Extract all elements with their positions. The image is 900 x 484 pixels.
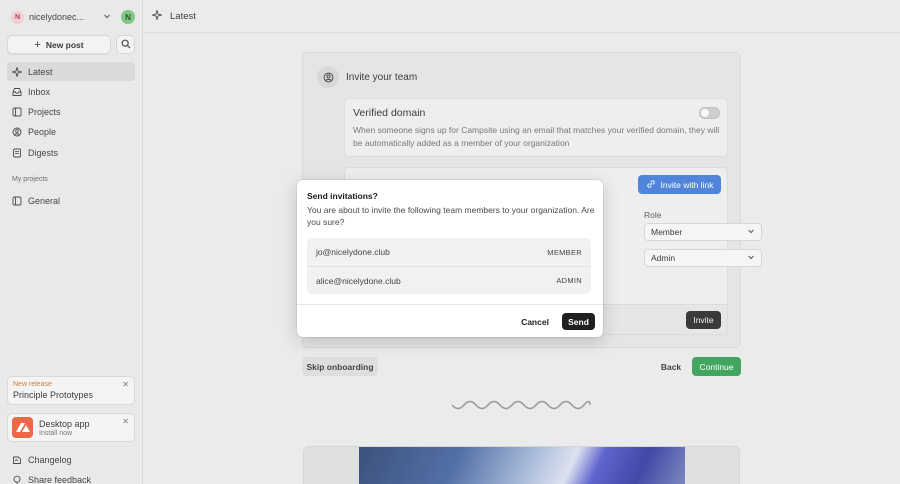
send-button[interactable]: Send	[562, 313, 595, 330]
cancel-button[interactable]: Cancel	[518, 313, 552, 330]
invite-email: alice@nicelydone.club	[316, 275, 401, 286]
invite-role: MEMBER	[547, 247, 582, 257]
dialog-footer: Cancel Send	[297, 304, 603, 337]
list-item: jo@nicelydone.club MEMBER	[307, 238, 591, 266]
send-invitations-dialog: Send invitations? You are about to invit…	[297, 180, 603, 337]
invite-list: jo@nicelydone.club MEMBER alice@nicelydo…	[307, 238, 591, 294]
invite-email: jo@nicelydone.club	[316, 247, 390, 257]
list-item: alice@nicelydone.club ADMIN	[307, 266, 591, 294]
dialog-title: Send invitations?	[307, 191, 378, 201]
dialog-description: You are about to invite the following te…	[307, 205, 595, 227]
invite-role: ADMIN	[556, 276, 582, 285]
